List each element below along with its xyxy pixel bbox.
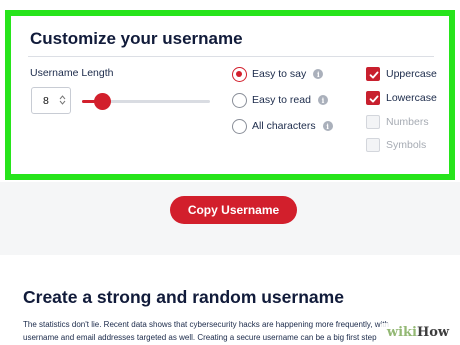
wikihow-watermark: wiki How: [380, 323, 456, 342]
copy-username-button[interactable]: Copy Username: [170, 196, 297, 224]
section-heading: Create a strong and random username: [23, 287, 344, 307]
highlight-frame: [5, 10, 455, 180]
watermark-wiki: wiki: [386, 325, 417, 340]
section-body: The statistics don't lie. Recent data sh…: [23, 320, 390, 342]
watermark-how: How: [416, 325, 450, 340]
